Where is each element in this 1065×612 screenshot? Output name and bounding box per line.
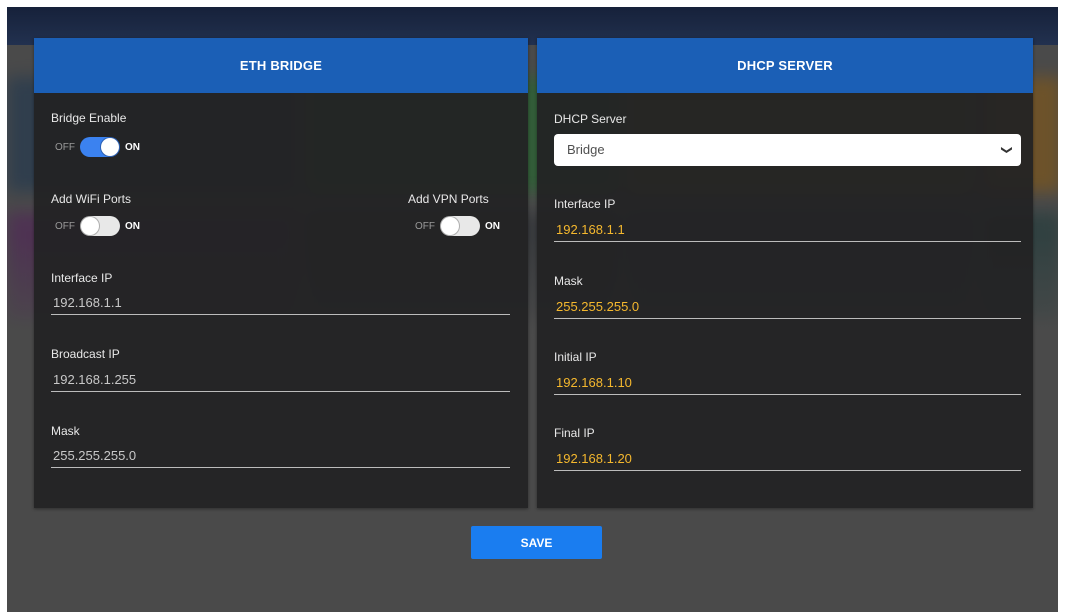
chevron-down-icon: ❯ (1000, 145, 1013, 155)
interface-ip-field[interactable]: 192.168.1.1 (51, 291, 510, 315)
dhcp-mask-field[interactable]: 255.255.255.0 (554, 295, 1021, 319)
dhcp-server-mode-label: DHCP Server (554, 112, 627, 126)
dhcp-server-mode-select[interactable]: Bridge ❯ (554, 134, 1021, 166)
mask-field[interactable]: 255.255.255.0 (51, 444, 510, 468)
toggle-on-text: ON (125, 141, 140, 153)
broadcast-ip-label: Broadcast IP (51, 347, 120, 361)
bridge-enable-toggle[interactable] (80, 137, 120, 157)
toggle-knob (441, 217, 459, 235)
toggle-off-text: OFF (415, 220, 435, 232)
eth-bridge-panel: ETH BRIDGE Bridge Enable OFF ON Add WiFi… (34, 38, 528, 508)
toggle-knob (81, 217, 99, 235)
toggle-off-text: OFF (55, 141, 75, 153)
toggle-on-text: ON (485, 220, 500, 232)
bridge-enable-toggle-group: OFF ON (55, 137, 140, 157)
dhcp-server-title: DHCP SERVER (537, 38, 1033, 93)
final-ip-label: Final IP (554, 426, 595, 440)
add-vpn-ports-label: Add VPN Ports (408, 192, 489, 206)
interface-ip-label: Interface IP (51, 271, 113, 285)
dhcp-interface-ip-label: Interface IP (554, 197, 616, 211)
add-wifi-ports-label: Add WiFi Ports (51, 192, 132, 206)
dhcp-server-panel: DHCP SERVER DHCP Server Bridge ❯ Interfa… (537, 38, 1033, 508)
toggle-knob (101, 138, 119, 156)
mask-label: Mask (51, 424, 80, 438)
initial-ip-label: Initial IP (554, 350, 597, 364)
toggle-off-text: OFF (55, 220, 75, 232)
initial-ip-field[interactable]: 192.168.1.10 (554, 371, 1021, 395)
final-ip-field[interactable]: 192.168.1.20 (554, 447, 1021, 471)
add-wifi-ports-toggle[interactable] (80, 216, 120, 236)
add-vpn-ports-toggle-group: OFF ON (415, 216, 500, 236)
add-wifi-ports-toggle-group: OFF ON (55, 216, 140, 236)
toggle-on-text: ON (125, 220, 140, 232)
dhcp-interface-ip-field[interactable]: 192.168.1.1 (554, 218, 1021, 242)
eth-bridge-title: ETH BRIDGE (34, 38, 528, 93)
add-vpn-ports-toggle[interactable] (440, 216, 480, 236)
save-button[interactable]: SAVE (471, 526, 602, 559)
dhcp-server-mode-value: Bridge (567, 142, 605, 157)
dhcp-mask-label: Mask (554, 274, 583, 288)
broadcast-ip-field[interactable]: 192.168.1.255 (51, 368, 510, 392)
app-background: ETH BRIDGE Bridge Enable OFF ON Add WiFi… (7, 7, 1058, 612)
bridge-enable-label: Bridge Enable (51, 111, 127, 125)
